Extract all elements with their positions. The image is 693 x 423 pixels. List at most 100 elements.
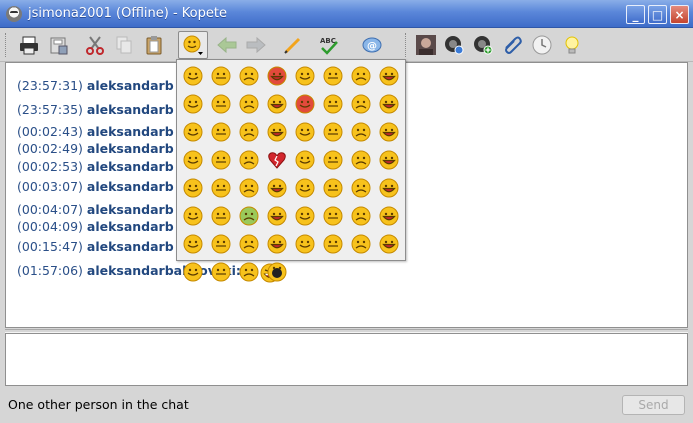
message-nick[interactable]: aleksandarb: [87, 239, 174, 254]
emoticon-item[interactable]: [265, 120, 289, 144]
emoticon-item[interactable]: [321, 232, 345, 256]
emoticon-item[interactable]: [377, 64, 401, 88]
emoticon-item[interactable]: [209, 64, 233, 88]
emoticon-item[interactable]: [181, 176, 205, 200]
emoticon-item[interactable]: [321, 120, 345, 144]
maximize-button[interactable]: □: [648, 5, 667, 24]
minimize-button[interactable]: _: [626, 5, 645, 24]
emoticon-button[interactable]: [178, 31, 208, 59]
spellcheck-button[interactable]: ABC: [316, 31, 342, 59]
lightbulb-button[interactable]: [559, 31, 585, 59]
emoticon-item[interactable]: [209, 204, 233, 228]
contact-status-button[interactable]: [441, 31, 467, 59]
chat-message: (00:03:07) aleksandarb: [17, 179, 174, 194]
emoticon-item[interactable]: [377, 176, 401, 200]
emoticon-item[interactable]: [209, 148, 233, 172]
emoticon-item[interactable]: [265, 92, 289, 116]
message-nick[interactable]: aleksandarb: [87, 219, 174, 234]
emoticon-item[interactable]: [265, 260, 289, 284]
emoticon-item[interactable]: [321, 148, 345, 172]
emoticon-item[interactable]: [265, 148, 289, 172]
emoticon-item[interactable]: [349, 120, 373, 144]
emoticon-item[interactable]: [293, 64, 317, 88]
message-nick[interactable]: aleksandarb: [87, 179, 174, 194]
kopete-app-icon[interactable]: [6, 5, 22, 22]
message-nick[interactable]: aleksandarb: [87, 159, 174, 174]
emoticon-item[interactable]: [377, 204, 401, 228]
emoticon-item[interactable]: [321, 64, 345, 88]
back-button[interactable]: [214, 31, 240, 59]
message-nick[interactable]: aleksandarb: [87, 141, 174, 156]
emoticon-item[interactable]: [349, 232, 373, 256]
emoticon-item[interactable]: [237, 92, 261, 116]
send-file-button[interactable]: [500, 31, 526, 59]
add-contact-button[interactable]: [470, 31, 496, 59]
contact-photo-button[interactable]: [413, 31, 439, 59]
emoticon-item[interactable]: [377, 92, 401, 116]
emoticon-item[interactable]: [349, 148, 373, 172]
emoticon-item[interactable]: [265, 204, 289, 228]
emoticon-item[interactable]: [181, 260, 205, 284]
copy-button[interactable]: [111, 31, 137, 59]
emoticon-item[interactable]: [377, 232, 401, 256]
emoticon-item[interactable]: [349, 64, 373, 88]
message-nick[interactable]: aleksandarb: [87, 202, 174, 217]
paste-button[interactable]: [141, 31, 167, 59]
message-nick[interactable]: aleksandarb: [87, 124, 174, 139]
emoticon-item[interactable]: [209, 92, 233, 116]
emoticon-item[interactable]: [293, 204, 317, 228]
emoticon-item[interactable]: [209, 120, 233, 144]
emoticon-item[interactable]: [181, 64, 205, 88]
cut-button[interactable]: [82, 31, 108, 59]
emoticon-item[interactable]: [349, 176, 373, 200]
message-input[interactable]: [5, 333, 688, 386]
emoticon-item[interactable]: [293, 92, 317, 116]
emoticon-item[interactable]: [237, 232, 261, 256]
paste-icon: [146, 36, 162, 55]
close-button[interactable]: ×: [670, 5, 689, 24]
emoticon-item[interactable]: [349, 92, 373, 116]
emoticon-item[interactable]: [209, 260, 233, 284]
emoticon-item[interactable]: [293, 176, 317, 200]
emoticon-item[interactable]: [321, 176, 345, 200]
nudge-button[interactable]: @: [359, 31, 385, 59]
emoticon-item[interactable]: [181, 120, 205, 144]
emoticon-item[interactable]: [237, 148, 261, 172]
save-button[interactable]: [46, 31, 72, 59]
forward-button[interactable]: [243, 31, 269, 59]
back-arrow-icon: [217, 36, 237, 54]
chat-message: (00:02:53) aleksandarb: [17, 159, 174, 174]
message-nick[interactable]: aleksandarb: [87, 102, 174, 117]
toolbar-grip[interactable]: [5, 33, 8, 57]
print-button[interactable]: [16, 31, 42, 59]
emoticon-item[interactable]: [265, 64, 289, 88]
emoticon-item[interactable]: [181, 232, 205, 256]
message-nick[interactable]: aleksandarb: [87, 78, 174, 93]
text-color-button[interactable]: [280, 31, 306, 59]
emoticon-item[interactable]: [181, 92, 205, 116]
emoticon-item[interactable]: [377, 120, 401, 144]
emoticon-item[interactable]: [293, 148, 317, 172]
emoticon-item[interactable]: [321, 204, 345, 228]
chat-status-text: One other person in the chat: [8, 397, 189, 412]
emoticon-item[interactable]: [181, 148, 205, 172]
emoticon-item[interactable]: [265, 176, 289, 200]
emoticon-item[interactable]: [237, 64, 261, 88]
emoticon-item[interactable]: [209, 176, 233, 200]
emoticon-item[interactable]: [293, 232, 317, 256]
send-button[interactable]: Send: [622, 395, 685, 415]
history-button[interactable]: [529, 31, 555, 59]
emoticon-item[interactable]: [293, 120, 317, 144]
emoticon-item[interactable]: [237, 176, 261, 200]
emoticon-item[interactable]: [265, 232, 289, 256]
emoticon-item[interactable]: [237, 204, 261, 228]
emoticon-item[interactable]: [237, 260, 261, 284]
emoticon-item[interactable]: [377, 148, 401, 172]
emoticon-item[interactable]: [237, 120, 261, 144]
emoticon-item[interactable]: [209, 232, 233, 256]
emoticon-item[interactable]: [349, 204, 373, 228]
toolbar-grip-2[interactable]: [405, 33, 408, 57]
emoticon-item[interactable]: [321, 92, 345, 116]
chat-message: (01:57:06) aleksandarbalalovski:: [17, 263, 241, 278]
emoticon-item[interactable]: [181, 204, 205, 228]
